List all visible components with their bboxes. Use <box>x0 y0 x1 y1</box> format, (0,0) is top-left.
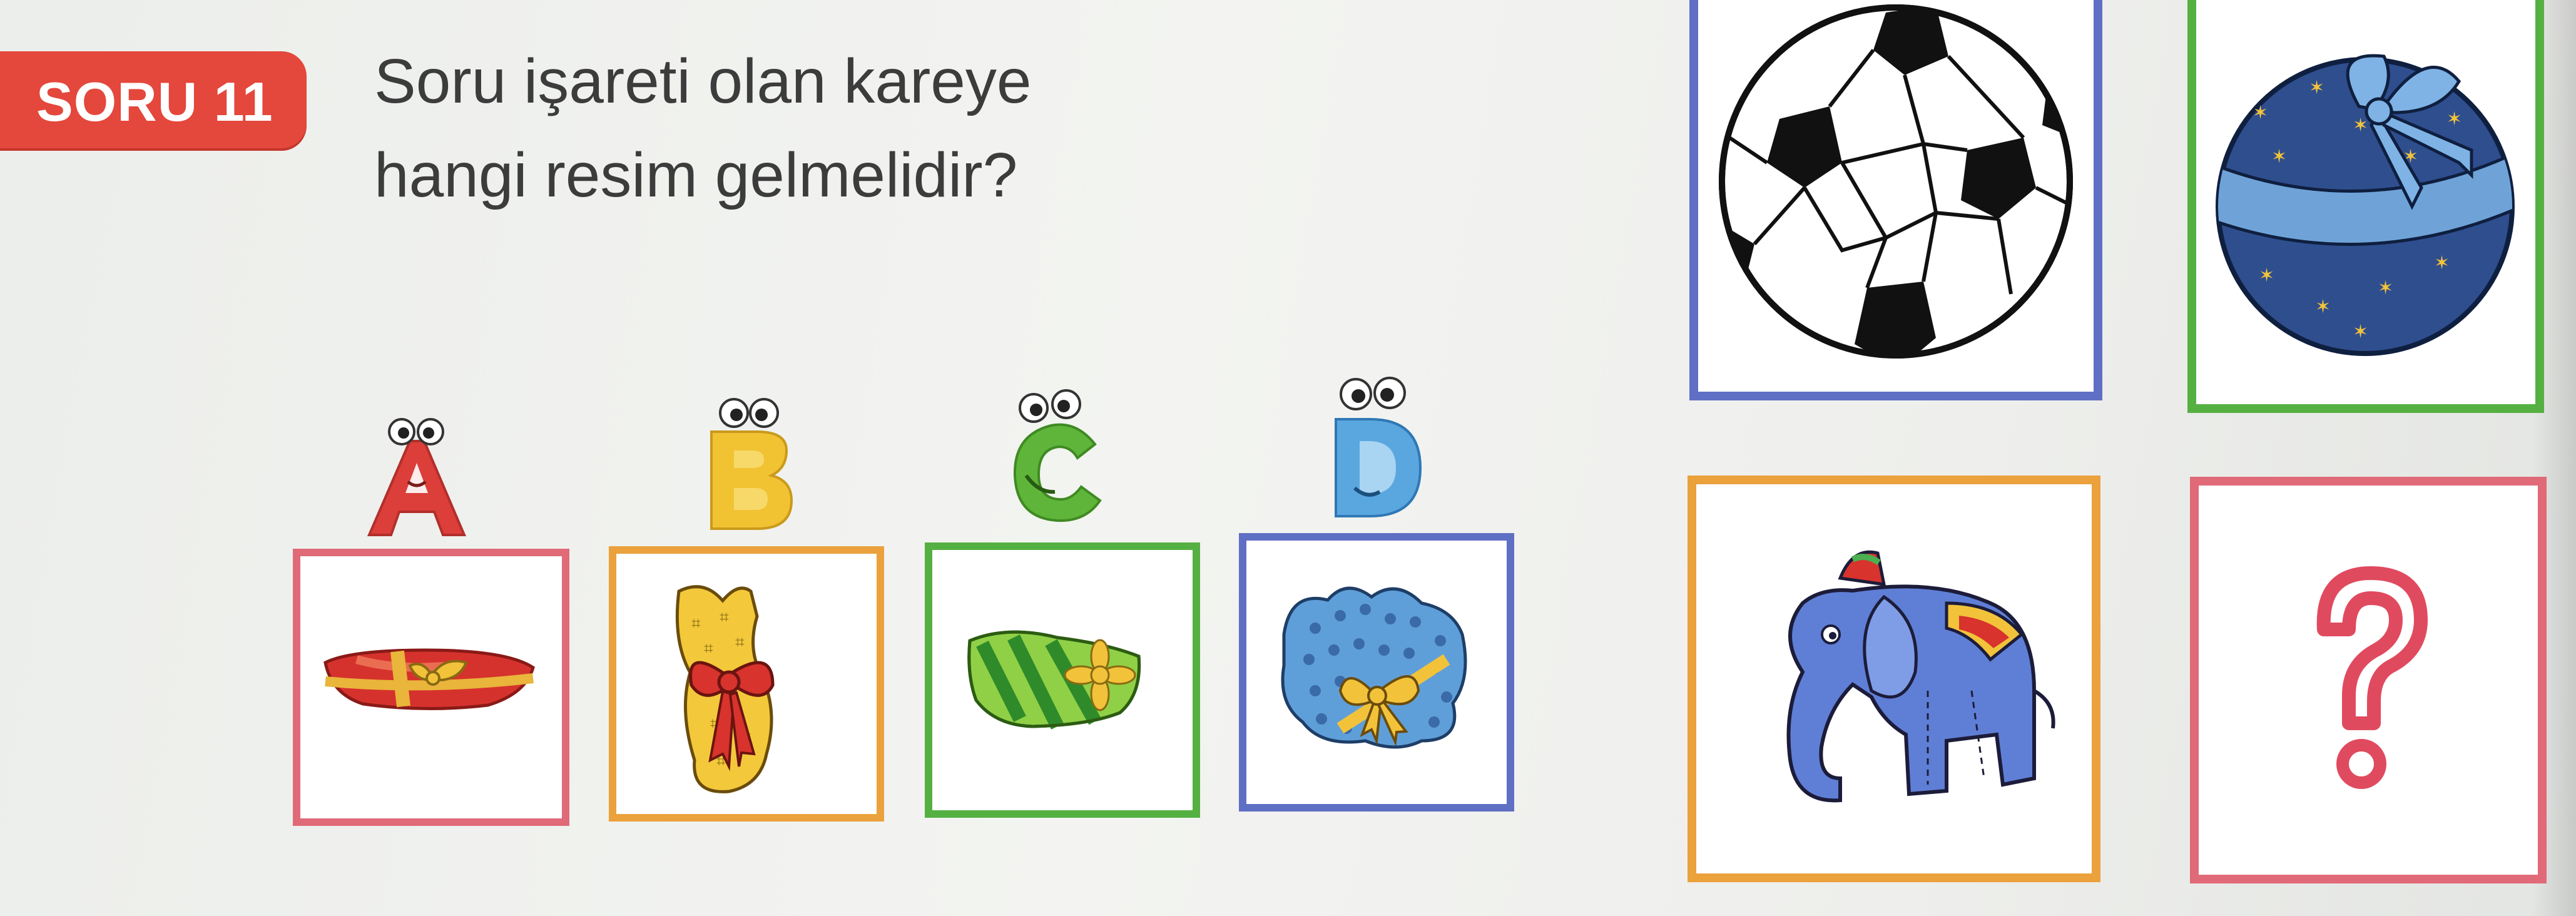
svg-text:✶: ✶ <box>2271 146 2287 167</box>
letter-b-icon <box>710 398 793 530</box>
option-c-box[interactable] <box>925 542 1200 818</box>
svg-text:✶: ✶ <box>2353 322 2368 342</box>
sequence-box-3 <box>1688 476 2100 882</box>
svg-text:⌗: ⌗ <box>720 608 729 626</box>
blue-ball-gift-icon: ✶ ✶ ✶ ✶ ✶ ✶ ✶ ✶ ✶ ✶ ✶ <box>2216 54 2515 356</box>
option-d-letter <box>1311 363 1436 526</box>
question-number-badge: SORU 11 <box>0 51 307 148</box>
blue-gift-icon <box>1281 586 1467 749</box>
page: SORU 11 Soru işareti olan kareye hangi r… <box>0 0 2576 916</box>
yellow-gift-icon: ⌗ ⌗ ⌗ ⌗ ⌗ ⌗ ⌗ <box>675 585 775 793</box>
svg-text:✶: ✶ <box>2259 265 2274 286</box>
red-gift-icon <box>323 648 535 711</box>
elephant-toy-icon <box>1786 550 2055 803</box>
svg-text:✶: ✶ <box>2434 253 2450 273</box>
svg-text:✶: ✶ <box>2309 78 2324 98</box>
option-c-letter <box>1001 382 1114 532</box>
svg-text:✶: ✶ <box>2315 297 2331 317</box>
letter-a-icon <box>367 418 467 536</box>
green-gift-icon <box>967 630 1141 730</box>
option-d-box[interactable] <box>1239 533 1514 812</box>
svg-text:✶: ✶ <box>2378 278 2393 298</box>
sequence-box-2: ✶ ✶ ✶ ✶ ✶ ✶ ✶ ✶ ✶ ✶ ✶ <box>2187 0 2544 413</box>
question-line-2: hangi resim gelmelidir? <box>374 140 1018 210</box>
sequence-box-4-answer <box>2190 477 2547 883</box>
svg-text:✶: ✶ <box>2446 109 2462 130</box>
option-b-letter <box>698 388 798 538</box>
letter-d-icon <box>1335 377 1422 517</box>
question-mark-icon <box>2316 566 2428 789</box>
question-number-label: SORU 11 <box>36 71 273 133</box>
soccer-ball-icon <box>1719 4 2073 359</box>
svg-text:✶: ✶ <box>2353 115 2368 136</box>
option-a-letter <box>357 407 476 544</box>
question-line-1: Soru işareti olan kareye <box>374 46 1032 116</box>
svg-text:⌗: ⌗ <box>691 614 701 633</box>
svg-text:⌗: ⌗ <box>704 639 713 658</box>
option-a-box[interactable] <box>293 549 569 826</box>
option-b-box[interactable]: ⌗ ⌗ ⌗ ⌗ ⌗ ⌗ ⌗ <box>609 546 884 822</box>
sequence-box-1 <box>1689 0 2102 400</box>
question-text: Soru işareti olan kareye hangi resim gel… <box>374 34 1062 222</box>
svg-text:⌗: ⌗ <box>735 633 745 651</box>
letter-c-icon <box>1013 389 1102 522</box>
